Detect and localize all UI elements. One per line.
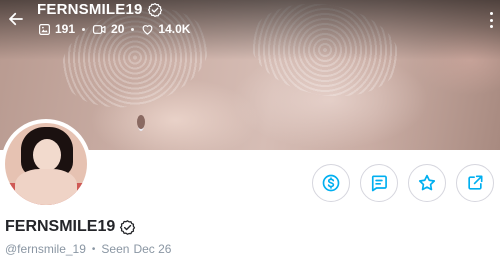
more-dot — [489, 18, 493, 22]
stat-photos-count: 191 — [55, 22, 76, 36]
profile-display-name: FERNSMILE19 — [5, 218, 136, 236]
header-username: FERNSMILE19 — [37, 1, 163, 18]
stat-likes: 14.0K — [141, 22, 190, 36]
avatar-image — [5, 123, 87, 205]
avatar[interactable] — [3, 121, 89, 207]
back-button[interactable] — [6, 9, 26, 29]
dollar-icon — [322, 174, 340, 192]
profile-actions — [312, 164, 494, 202]
stat-videos-count: 20 — [111, 22, 125, 36]
profile-meta: @fernsmile_19 • Seen Dec 26 — [5, 242, 171, 256]
stat-separator — [131, 27, 135, 31]
header-stats: 191 20 14.0K — [38, 22, 190, 36]
meta-separator: • — [91, 243, 96, 255]
video-icon — [92, 24, 106, 34]
share-button[interactable] — [456, 164, 494, 202]
last-seen-label: Seen — [101, 242, 130, 256]
cover-detail — [137, 115, 145, 129]
stat-separator — [82, 27, 86, 31]
cover-image: FERNSMILE19 191 20 14.0K — [0, 0, 500, 150]
profile-handle: @fernsmile_19 — [5, 242, 86, 256]
favorite-button[interactable] — [408, 164, 446, 202]
star-icon — [418, 174, 436, 191]
message-icon — [371, 175, 387, 192]
verified-icon — [147, 2, 162, 17]
stat-videos[interactable]: 20 — [92, 22, 124, 36]
verified-icon — [120, 219, 136, 235]
share-icon — [468, 175, 483, 190]
avatar-face — [33, 139, 61, 171]
image-icon — [39, 23, 50, 35]
heart-icon — [142, 24, 153, 35]
last-seen-date: Dec 26 — [133, 242, 172, 256]
more-options-button[interactable] — [488, 12, 494, 28]
message-button[interactable] — [360, 164, 398, 202]
stat-likes-count: 14.0K — [158, 22, 191, 36]
tip-button[interactable] — [312, 164, 350, 202]
more-dot — [489, 12, 493, 15]
display-name-text: FERNSMILE19 — [5, 218, 116, 235]
header-username-text: FERNSMILE19 — [37, 1, 143, 18]
arrow-left-icon — [9, 12, 23, 26]
stat-photos[interactable]: 191 — [38, 22, 75, 36]
avatar-body — [15, 169, 77, 205]
more-dot — [489, 25, 493, 28]
